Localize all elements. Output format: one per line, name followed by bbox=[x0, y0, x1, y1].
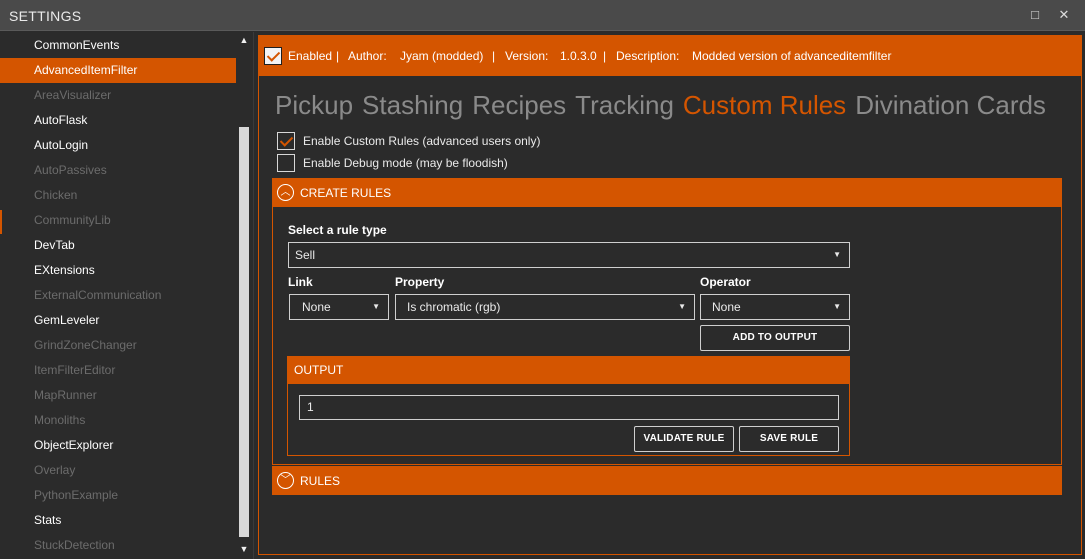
chevron-down-icon: ▼ bbox=[833, 302, 841, 311]
tab-stashing[interactable]: Stashing bbox=[362, 90, 463, 121]
link-value: None bbox=[302, 300, 331, 314]
close-icon[interactable]: ✕ bbox=[1055, 6, 1073, 24]
sidebar-item[interactable]: AdvancedItemFilter bbox=[0, 58, 236, 83]
rule-type-select[interactable]: Sell ▼ bbox=[288, 242, 850, 268]
scroll-down-arrow-icon[interactable]: ▼ bbox=[237, 543, 251, 555]
sidebar-item[interactable]: Stats bbox=[0, 508, 236, 533]
create-rules-title: CREATE RULES bbox=[300, 186, 392, 200]
property-value: Is chromatic (rgb) bbox=[407, 300, 501, 314]
separator: | bbox=[336, 49, 340, 63]
sidebar-item[interactable]: AutoLogin bbox=[0, 133, 236, 158]
enabled-checkbox[interactable] bbox=[264, 47, 282, 65]
sidebar-item[interactable]: StuckDetection bbox=[0, 533, 236, 558]
plugin-sidebar: CommonEvents AdvancedItemFilter AreaVisual… bbox=[0, 32, 254, 559]
debug-mode-label: Enable Debug mode (may be floodish) bbox=[303, 156, 508, 170]
version-value: 1.0.3.0 bbox=[560, 49, 597, 63]
separator: | bbox=[492, 49, 496, 63]
operator-label: Operator bbox=[700, 275, 751, 289]
window-titlebar: SETTINGS □ ✕ bbox=[0, 0, 1085, 31]
property-select[interactable]: Is chromatic (rgb) ▼ bbox=[395, 294, 695, 320]
author-value: Jyam (modded) bbox=[400, 49, 484, 63]
tab-pickup[interactable]: Pickup bbox=[275, 90, 353, 121]
tab-custom-rules[interactable]: Custom Rules bbox=[683, 90, 846, 121]
sidebar-item[interactable]: CommonEvents bbox=[0, 33, 236, 58]
sidebar-item[interactable]: GemLeveler bbox=[0, 308, 236, 333]
output-title: OUTPUT bbox=[288, 357, 849, 384]
description-label: Description: bbox=[616, 49, 680, 63]
settings-tabs: Pickup Stashing Recipes Tracking Custom Rule… bbox=[275, 90, 1055, 126]
custom-rules-checkbox[interactable] bbox=[277, 132, 295, 150]
settings-main: Enabled | Author: Jyam (modded) | Versio… bbox=[255, 32, 1085, 559]
link-select[interactable]: None ▼ bbox=[289, 294, 389, 320]
chevron-down-icon: ▼ bbox=[678, 302, 686, 311]
window-title: SETTINGS bbox=[9, 8, 82, 24]
separator: | bbox=[603, 49, 607, 63]
enabled-label: Enabled bbox=[288, 49, 333, 63]
sidebar-item[interactable]: GrindZoneChanger bbox=[0, 333, 236, 358]
sidebar-item[interactable]: PythonExample bbox=[0, 483, 236, 508]
description-value: Modded version of advanceditemfilter bbox=[692, 49, 892, 63]
sidebar-item[interactable]: ItemFilterEditor bbox=[0, 358, 236, 383]
chevron-down-icon: ▼ bbox=[833, 250, 841, 259]
version-label: Version: bbox=[505, 49, 549, 63]
sidebar-item[interactable]: EXtensions bbox=[0, 258, 236, 283]
sidebar-item[interactable]: ObjectExplorer bbox=[0, 433, 236, 458]
output-input[interactable]: 1 bbox=[299, 395, 839, 420]
sidebar-item[interactable]: ExternalCommunication bbox=[0, 283, 236, 308]
output-panel: OUTPUT 1 VALIDATE RULE SAVE RULE bbox=[287, 356, 850, 456]
tab-recipes[interactable]: Recipes bbox=[472, 90, 566, 121]
operator-select[interactable]: None ▼ bbox=[700, 294, 850, 320]
sidebar-scroll-thumb[interactable] bbox=[239, 127, 249, 537]
maximize-icon[interactable]: □ bbox=[1026, 6, 1044, 24]
sidebar-item[interactable]: AutoFlask bbox=[0, 108, 236, 133]
sidebar-item[interactable]: Overlay bbox=[0, 458, 236, 483]
rule-type-label: Select a rule type bbox=[288, 223, 387, 237]
sidebar-item[interactable]: Chicken bbox=[0, 183, 236, 208]
tab-divination-cards[interactable]: Divination Cards bbox=[855, 90, 1046, 121]
plugin-info-bar: Enabled | Author: Jyam (modded) | Versio… bbox=[259, 36, 1081, 76]
create-rules-header[interactable]: ︿ CREATE RULES bbox=[272, 178, 1062, 207]
author-label: Author: bbox=[348, 49, 387, 63]
custom-rules-label: Enable Custom Rules (advanced users only… bbox=[303, 134, 541, 148]
link-label: Link bbox=[288, 275, 313, 289]
sidebar-item[interactable]: Monoliths bbox=[0, 408, 236, 433]
property-label: Property bbox=[395, 275, 445, 289]
add-to-output-button[interactable]: ADD TO OUTPUT bbox=[700, 325, 850, 351]
tab-tracking[interactable]: Tracking bbox=[575, 90, 674, 121]
collapse-icon[interactable]: ︿ bbox=[277, 184, 294, 201]
chevron-down-icon: ▼ bbox=[372, 302, 380, 311]
rules-header[interactable]: ﹀ RULES bbox=[272, 466, 1062, 495]
sidebar-item[interactable]: DevTab bbox=[0, 233, 236, 258]
debug-mode-checkbox[interactable] bbox=[277, 154, 295, 172]
save-rule-button[interactable]: SAVE RULE bbox=[739, 426, 839, 452]
expand-icon[interactable]: ﹀ bbox=[277, 472, 294, 489]
sidebar-item[interactable]: MapRunner bbox=[0, 383, 236, 408]
operator-value: None bbox=[712, 300, 741, 314]
sidebar-item[interactable]: CommunityLib bbox=[0, 208, 236, 233]
rule-type-value: Sell bbox=[295, 248, 316, 262]
scroll-up-arrow-icon[interactable]: ▲ bbox=[237, 34, 251, 46]
validate-rule-button[interactable]: VALIDATE RULE bbox=[634, 426, 734, 452]
sidebar-item[interactable]: AutoPassives bbox=[0, 158, 236, 183]
sidebar-item[interactable]: AreaVisualizer bbox=[0, 83, 236, 108]
rules-title: RULES bbox=[300, 474, 341, 488]
